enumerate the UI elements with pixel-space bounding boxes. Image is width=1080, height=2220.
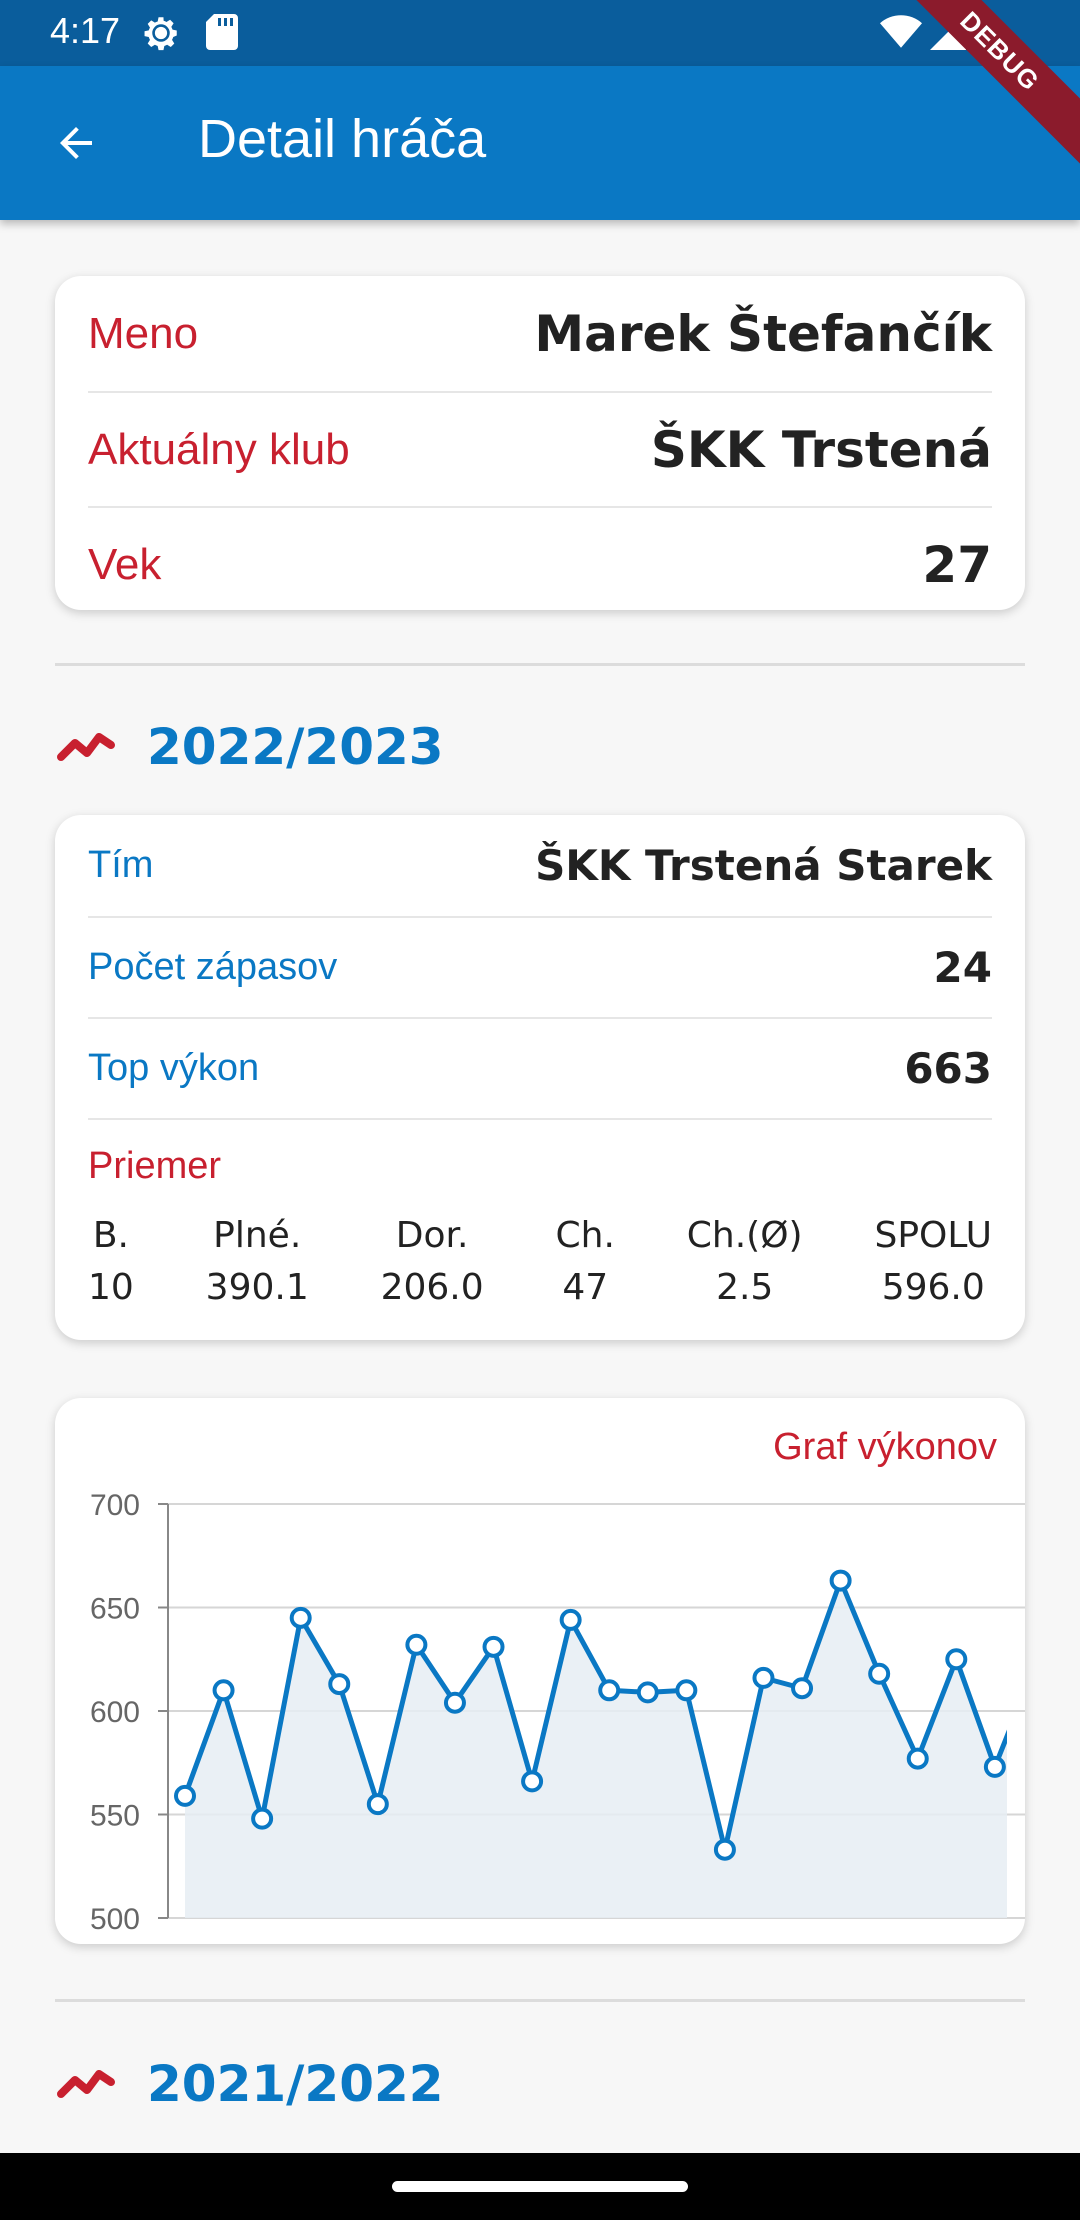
data-point [868, 1662, 891, 1685]
settings-gear-icon [140, 12, 182, 58]
season-label: Počet zápasov [88, 946, 338, 988]
season-row-matches: Počet zápasov 24 [88, 916, 992, 1017]
data-point [443, 1691, 466, 1714]
stat-header: Ch.(Ø) [686, 1215, 803, 1256]
y-tick-label: 550 [90, 1800, 140, 1833]
season-label: Top výkon [88, 1047, 260, 1089]
data-point [945, 1648, 968, 1671]
season-title: 2021/2022 [147, 2055, 444, 2113]
stat-column: Dor. 206.0 [381, 1210, 484, 1314]
info-label: Aktuálny klub [88, 424, 350, 474]
divider [55, 663, 1025, 666]
info-label: Meno [88, 308, 199, 358]
stat-header: Ch. [555, 1215, 615, 1256]
info-value: 27 [922, 535, 992, 594]
y-tick-label: 700 [90, 1489, 140, 1522]
season-row-team: Tím ŠKK Trstená Starek [88, 815, 992, 916]
data-point [251, 1807, 274, 1830]
home-gesture-handle[interactable] [392, 2181, 688, 2192]
y-tick-label: 600 [90, 1696, 140, 1729]
average-stats-grid: B. 10 Plné. 390.1 Dor. 206.0 Ch. 47 Ch.(… [88, 1210, 992, 1314]
data-point [675, 1679, 698, 1702]
app-bar: Detail hráča [0, 66, 1080, 220]
info-row-club: Aktuálny klub ŠKK Trstená [88, 391, 992, 506]
data-point [559, 1608, 582, 1631]
stat-header: B. [92, 1215, 129, 1256]
stat-header: Dor. [395, 1215, 469, 1256]
trending-line-icon [57, 2070, 115, 2098]
data-point [1024, 1661, 1025, 1679]
data-point [636, 1681, 659, 1704]
season-header[interactable]: 2022/2023 [55, 718, 444, 776]
data-point [212, 1679, 235, 1702]
data-point [366, 1793, 389, 1816]
data-point [405, 1633, 428, 1656]
performance-chart-card: Graf výkonov 500 550 600 650 700 [55, 1398, 1025, 1944]
navigation-bar [0, 2153, 1080, 2220]
stat-column: SPOLU 596.0 [874, 1210, 992, 1314]
data-point [289, 1606, 312, 1629]
season-row-top: Top výkon 663 [88, 1017, 992, 1118]
season-header[interactable]: 2021/2022 [55, 2055, 444, 2113]
y-tick-label: 500 [90, 1903, 140, 1936]
stat-column: Ch.(Ø) 2.5 [687, 1210, 803, 1314]
back-arrow-icon [60, 127, 92, 159]
data-point [906, 1747, 929, 1770]
season-label: Tím [88, 844, 154, 886]
sd-card-icon [204, 12, 240, 56]
info-row-name: Meno Marek Štefančík [88, 276, 992, 391]
status-time: 4:17 [50, 10, 121, 51]
stat-value: 2.5 [716, 1267, 774, 1308]
stat-header: Plné. [213, 1215, 302, 1256]
season-title: 2022/2023 [147, 718, 444, 776]
average-label: Priemer [88, 1145, 222, 1187]
stat-value: 47 [562, 1267, 609, 1308]
stat-column: Ch. 47 [556, 1210, 615, 1314]
data-point [521, 1770, 544, 1793]
stat-value: 596.0 [881, 1267, 985, 1308]
data-point [752, 1666, 775, 1689]
page-title: Detail hráča [198, 109, 487, 169]
season-stats-card: Tím ŠKK Trstená Starek Počet zápasov 24 … [55, 815, 1025, 1340]
season-row-average-divider [88, 1118, 992, 1120]
data-point [174, 1784, 196, 1807]
back-button[interactable] [40, 111, 112, 175]
stat-value: 390.1 [205, 1267, 309, 1308]
status-bar: 4:17 [0, 0, 1080, 66]
season-value: 24 [933, 943, 992, 992]
info-label: Vek [88, 539, 162, 589]
info-row-age: Vek 27 [88, 506, 992, 621]
stat-value: 10 [88, 1267, 134, 1308]
wifi-icon [880, 14, 922, 54]
data-point [791, 1677, 814, 1700]
info-value: Marek Štefančík [534, 304, 992, 363]
stat-header: SPOLU [874, 1215, 992, 1256]
performance-chart[interactable]: 500 550 600 650 700 [55, 1398, 1025, 1944]
data-point [598, 1679, 621, 1702]
data-point [482, 1635, 505, 1658]
data-point [829, 1569, 852, 1592]
stat-value: 206.0 [380, 1267, 484, 1308]
y-tick-label: 650 [90, 1593, 140, 1626]
data-point [983, 1755, 1006, 1778]
divider [55, 1999, 1025, 2002]
data-point [328, 1673, 351, 1696]
trending-line-icon [57, 733, 115, 761]
info-value: ŠKK Trstená [650, 420, 992, 479]
stat-column: Plné. 390.1 [206, 1210, 309, 1314]
season-value: 663 [904, 1044, 992, 1093]
stat-column: B. 10 [88, 1210, 134, 1314]
player-info-card: Meno Marek Štefančík Aktuálny klub ŠKK T… [55, 276, 1025, 610]
season-value: ŠKK Trstená Starek [535, 841, 992, 890]
data-point [713, 1838, 736, 1861]
